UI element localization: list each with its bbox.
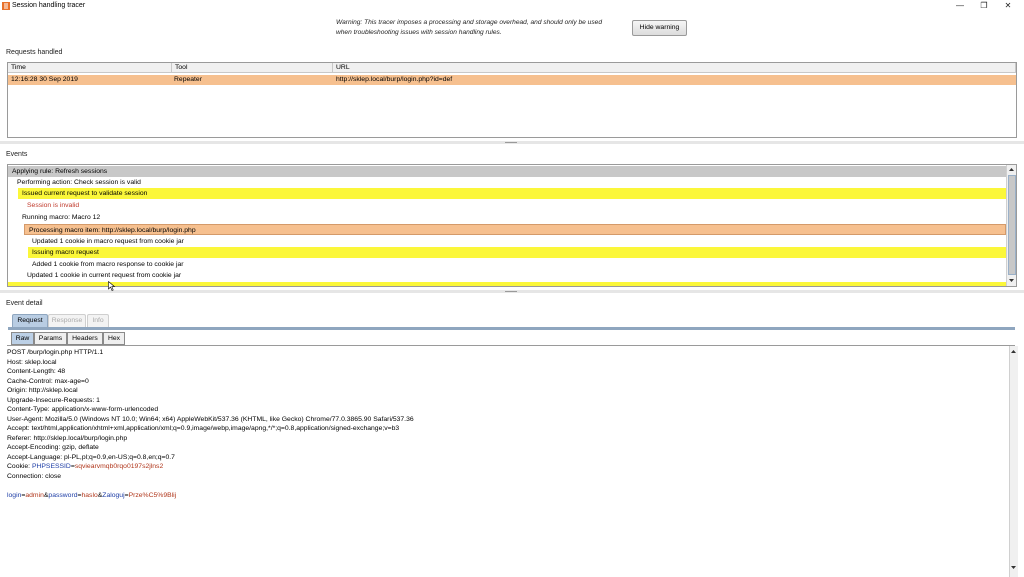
window-title: Session handling tracer: [12, 2, 86, 9]
header-line: Content-Type: application/x-www-form-url…: [7, 406, 159, 413]
body-param-name: Zaloguj: [102, 491, 125, 499]
scroll-down-icon[interactable]: [1008, 277, 1015, 284]
tab-response[interactable]: Response: [48, 314, 86, 327]
cookie-header-line: Cookie: PHPSESSID=sqviearvmqb0rqo0197s2j…: [7, 462, 163, 472]
subtab-raw[interactable]: Raw: [11, 332, 34, 345]
warning-message: Warning: This tracer imposes a processin…: [336, 18, 626, 38]
events-scrollbar[interactable]: [1006, 165, 1016, 286]
title-bar: Session handling tracer — ❐ ✕: [0, 0, 1024, 12]
request-editor[interactable]: POST /burp/login.php HTTP/1.1 Host: skle…: [7, 345, 1018, 577]
event-item-partial[interactable]: [8, 282, 1006, 286]
body-param-name: password: [48, 491, 78, 499]
scroll-down-icon[interactable]: [1010, 564, 1017, 571]
tab-info[interactable]: Info: [87, 314, 109, 327]
event-item-error[interactable]: Session is invalid: [23, 200, 1006, 211]
warning-line-1: Warning: This tracer imposes a processin…: [336, 19, 602, 26]
cookie-prefix: Cookie:: [7, 463, 32, 470]
header-line: Accept-Encoding: gzip, deflate: [7, 444, 99, 451]
header-line: Accept: text/html,application/xhtml+xml,…: [7, 425, 400, 432]
event-item[interactable]: Performing action: Check session is vali…: [13, 177, 1006, 188]
header-line: Referer: http://sklep.local/burp/login.p…: [7, 434, 128, 442]
subtab-params[interactable]: Params: [34, 332, 67, 345]
header-line: Cache-Control: max-age=0: [7, 377, 89, 385]
request-body-line: login=admin&password=haslo&Zaloguj=Prze%…: [7, 491, 176, 501]
event-item[interactable]: Added 1 cookie from macro response to co…: [28, 259, 1006, 270]
tab-underline: [8, 327, 1015, 330]
column-header-time[interactable]: Time: [8, 63, 172, 73]
event-item[interactable]: Issuing macro request: [28, 247, 1006, 258]
maximize-icon[interactable]: ❐: [972, 0, 996, 12]
burp-app-icon: [2, 2, 10, 10]
split-grip-bottom: [505, 291, 517, 292]
event-item[interactable]: Applying rule: Refresh sessions: [8, 166, 1006, 177]
requests-table: Time Tool URL 12:16:28 30 Sep 2019 Repea…: [7, 62, 1017, 138]
request-line: POST /burp/login.php HTTP/1.1: [7, 349, 104, 356]
header-line: User-Agent: Mozilla/5.0 (Windows NT 10.0…: [7, 415, 414, 423]
header-line: Accept-Language: pl-PL,pl;q=0.9,en-US;q=…: [7, 453, 175, 461]
cell-time: 12:16:28 30 Sep 2019: [11, 76, 78, 83]
header-line: Host: sklep.local: [7, 358, 57, 366]
header-line: Content-Length: 48: [7, 368, 66, 375]
cell-url: http://sklep.local/burp/login.php?id=def: [336, 76, 453, 83]
body-param-value: haslo: [81, 491, 98, 499]
cell-tool: Repeater: [174, 76, 202, 83]
events-scroll-thumb[interactable]: [1008, 175, 1016, 275]
editor-scrollbar[interactable]: [1009, 346, 1018, 577]
column-header-tool[interactable]: Tool: [172, 63, 333, 73]
tab-request[interactable]: Request: [12, 314, 48, 327]
cookie-name: PHPSESSID: [31, 463, 71, 470]
event-item[interactable]: Issued current request to validate sessi…: [18, 188, 1006, 199]
event-item[interactable]: Processing macro item: http://sklep.loca…: [24, 224, 1006, 235]
event-item[interactable]: Updated 1 cookie in macro request from c…: [28, 236, 1006, 247]
close-icon[interactable]: ✕: [996, 0, 1020, 12]
events-tree: Applying rule: Refresh sessions Performi…: [7, 164, 1017, 287]
subtab-headers[interactable]: Headers: [67, 332, 103, 345]
cookie-value: sqviearvmqb0rqo0197s2jlns2: [74, 463, 164, 470]
header-line: Upgrade-Insecure-Requests: 1: [7, 396, 100, 404]
requests-heading: Requests handled: [6, 49, 63, 56]
warning-line-2: when troubleshooting issues with session…: [336, 29, 502, 36]
subtab-hex[interactable]: Hex: [103, 332, 125, 345]
event-detail-heading: Event detail: [6, 300, 43, 307]
body-param-name: login: [7, 491, 22, 499]
header-line: Origin: http://sklep.local: [7, 387, 78, 394]
scroll-up-icon[interactable]: [1010, 348, 1017, 355]
column-header-url[interactable]: URL: [333, 63, 1016, 73]
scroll-up-icon[interactable]: [1008, 166, 1015, 173]
mouse-cursor-icon: [108, 281, 116, 291]
body-param-value: admin: [25, 491, 44, 499]
table-row[interactable]: 12:16:28 30 Sep 2019 Repeater http://skl…: [8, 75, 1016, 85]
events-heading: Events: [6, 151, 28, 158]
minimize-icon[interactable]: —: [948, 0, 972, 12]
split-grip-top: [505, 142, 517, 143]
header-line: Connection: close: [7, 472, 62, 480]
hide-warning-button[interactable]: Hide warning: [632, 20, 687, 36]
event-item[interactable]: Running macro: Macro 12: [18, 212, 1006, 223]
body-param-value: Prze%C5%9Blij: [128, 491, 177, 499]
event-item[interactable]: Updated 1 cookie in current request from…: [23, 270, 1006, 281]
